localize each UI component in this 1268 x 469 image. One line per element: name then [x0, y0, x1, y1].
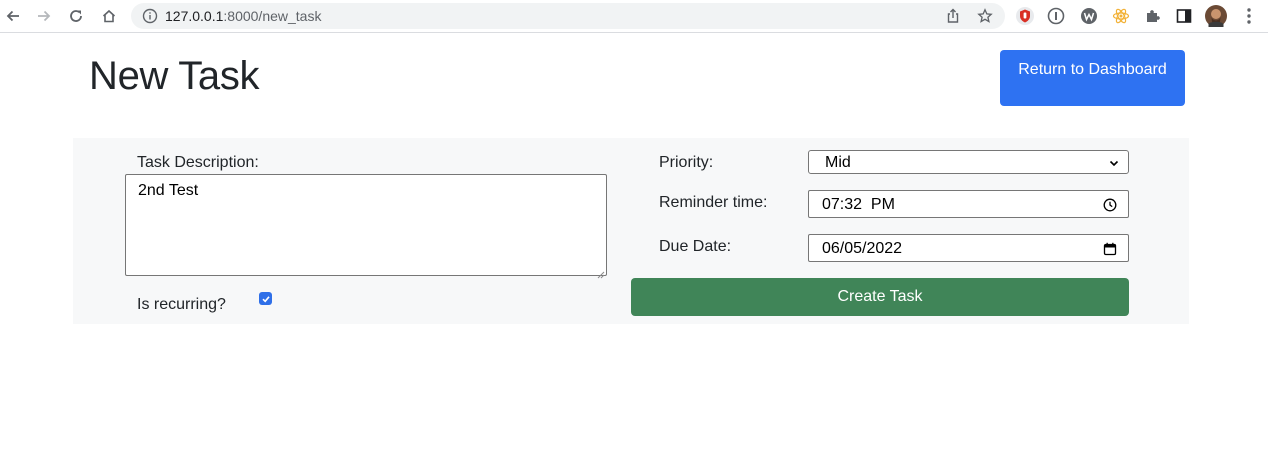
extensions-puzzle-icon[interactable]: [1142, 5, 1164, 27]
menu-kebab-icon[interactable]: [1238, 5, 1260, 27]
forward-arrow-icon[interactable]: [33, 5, 55, 27]
priority-selected-value: Mid: [825, 154, 851, 171]
extension-info-icon[interactable]: [1045, 5, 1067, 27]
extension-w-icon[interactable]: [1078, 5, 1100, 27]
url-path: :8000/new_task: [223, 8, 322, 24]
is-recurring-label: Is recurring?: [137, 296, 226, 313]
browser-toolbar: 127.0.0.1:8000/new_task: [0, 0, 1268, 33]
site-info-icon[interactable]: [142, 8, 158, 24]
due-date-input[interactable]: 06/05/2022: [808, 234, 1129, 262]
back-arrow-icon[interactable]: [2, 5, 24, 27]
extension-atom-icon[interactable]: [1110, 5, 1132, 27]
page-title: New Task: [89, 54, 260, 98]
reminder-time-label: Reminder time:: [659, 194, 768, 211]
task-description-textarea[interactable]: 2nd Test: [125, 174, 607, 279]
is-recurring-checkbox[interactable]: [259, 292, 272, 305]
side-panel-icon[interactable]: [1173, 5, 1195, 27]
task-description-label: Task Description:: [137, 154, 259, 171]
return-to-dashboard-button[interactable]: Return to Dashboard: [1000, 50, 1185, 106]
url-text: 127.0.0.1:8000/new_task: [165, 8, 321, 24]
profile-avatar[interactable]: [1205, 5, 1227, 27]
due-date-value: 06/05/2022: [822, 240, 903, 257]
calendar-icon[interactable]: [1102, 241, 1118, 257]
priority-select[interactable]: Mid: [808, 150, 1129, 174]
url-host: 127.0.0.1: [165, 8, 224, 24]
share-icon[interactable]: [944, 7, 962, 25]
due-date-label: Due Date:: [659, 238, 732, 255]
reminder-time-input[interactable]: 07:32 PM: [808, 190, 1129, 218]
extension-shield-icon[interactable]: [1014, 5, 1036, 27]
bookmark-star-icon[interactable]: [976, 7, 994, 25]
home-icon[interactable]: [98, 5, 120, 27]
reload-icon[interactable]: [65, 5, 87, 27]
chevron-down-icon: [1106, 155, 1122, 171]
address-bar[interactable]: 127.0.0.1:8000/new_task: [131, 3, 1005, 29]
create-task-button[interactable]: Create Task: [631, 278, 1129, 316]
clock-icon[interactable]: [1102, 197, 1118, 213]
task-description-value: 2nd Test: [138, 182, 199, 199]
priority-label: Priority:: [659, 154, 714, 171]
resize-grip-icon[interactable]: [597, 266, 605, 279]
reminder-time-value: 07:32 PM: [822, 196, 895, 213]
checkmark-icon: [261, 295, 270, 302]
